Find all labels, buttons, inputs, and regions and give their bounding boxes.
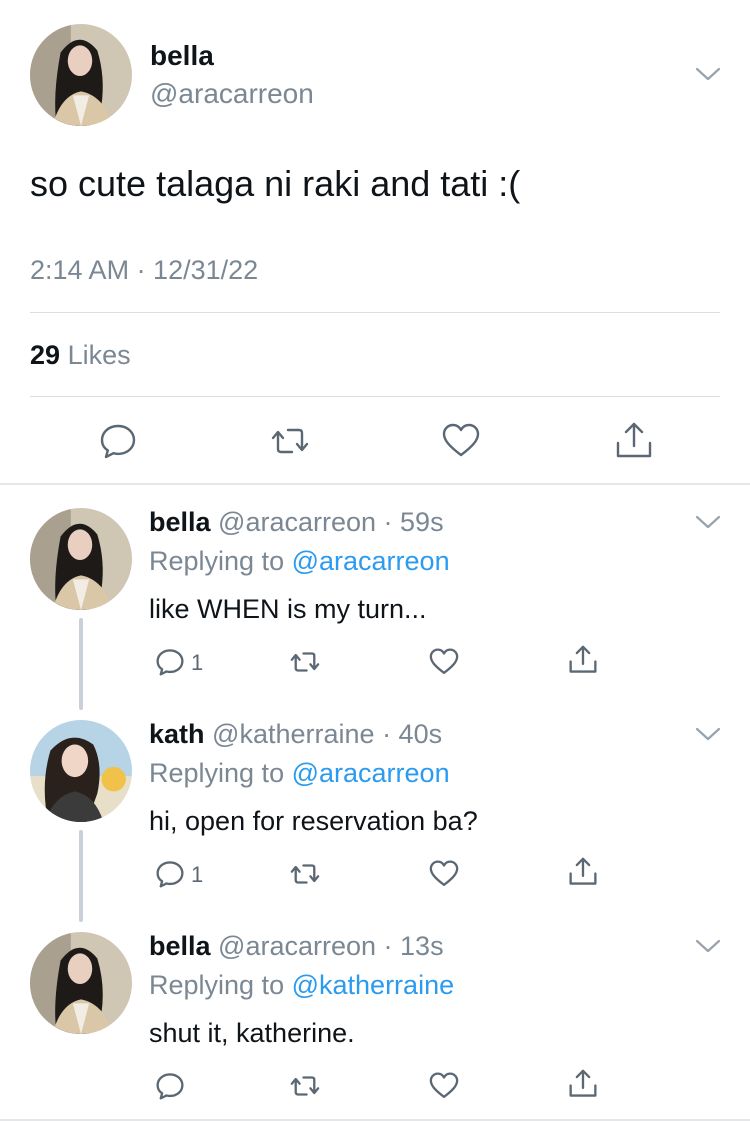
- reply-time: · 59s: [383, 507, 444, 537]
- reply-author-name[interactable]: kath: [149, 719, 205, 749]
- likes-summary[interactable]: 29 Likes: [30, 340, 131, 371]
- share-icon[interactable]: [566, 855, 600, 889]
- replying-to: Replying to @katherraine: [149, 970, 454, 1001]
- retweet-icon[interactable]: [288, 1069, 322, 1103]
- retweet-icon[interactable]: [288, 857, 322, 891]
- chevron-down-icon[interactable]: [693, 936, 723, 956]
- reply-time: · 40s: [382, 719, 443, 749]
- like-icon[interactable]: [427, 857, 461, 891]
- replying-to-link[interactable]: @aracarreon: [292, 758, 450, 788]
- thread-line: [79, 618, 83, 710]
- reply-author-handle[interactable]: @aracarreon: [218, 931, 376, 961]
- reply-author-handle[interactable]: @aracarreon: [218, 507, 376, 537]
- profile-photo-icon: [30, 24, 132, 126]
- retweet-icon[interactable]: [288, 645, 322, 679]
- reply-text: like WHEN is my turn...: [149, 594, 427, 624]
- author-avatar[interactable]: [30, 24, 132, 126]
- reply-icon[interactable]: [96, 419, 140, 463]
- author-handle[interactable]: @aracarreon: [150, 78, 314, 110]
- tweet-text: so cute talaga ni raki and tati :(: [30, 163, 521, 204]
- reply-header: kath @katherraine · 40s: [149, 719, 442, 750]
- thread-line: [79, 830, 83, 922]
- divider: [30, 312, 720, 313]
- reply-header: bella @aracarreon · 59s: [149, 507, 444, 538]
- likes-label: Likes: [67, 340, 131, 370]
- author-name[interactable]: bella: [150, 40, 214, 72]
- reply-text: shut it, katherine.: [149, 1018, 355, 1048]
- reply-icon[interactable]: [153, 1069, 187, 1103]
- reply-icon[interactable]: [153, 857, 187, 891]
- profile-photo-icon: [30, 720, 132, 822]
- replying-to-link[interactable]: @aracarreon: [292, 546, 450, 576]
- likes-count: 29: [30, 340, 61, 370]
- retweet-icon[interactable]: [268, 419, 312, 463]
- reply-time: · 13s: [383, 931, 444, 961]
- reply-text: hi, open for reservation ba?: [149, 806, 478, 836]
- replying-to: Replying to @aracarreon: [149, 546, 450, 577]
- reply-count: 1: [191, 862, 204, 887]
- share-icon[interactable]: [612, 419, 656, 463]
- divider: [30, 396, 720, 397]
- reply-author-name[interactable]: bella: [149, 507, 211, 537]
- profile-photo-icon: [30, 508, 132, 610]
- replying-to-label: Replying to: [149, 758, 285, 788]
- replying-to: Replying to @aracarreon: [149, 758, 450, 789]
- like-icon[interactable]: [427, 645, 461, 679]
- chevron-down-icon[interactable]: [693, 724, 723, 744]
- chevron-down-icon[interactable]: [693, 64, 723, 84]
- section-divider: [0, 483, 750, 485]
- reply-avatar[interactable]: [30, 932, 132, 1034]
- replying-to-link[interactable]: @katherraine: [292, 970, 455, 1000]
- share-icon[interactable]: [566, 1067, 600, 1101]
- tweet-timestamp: 2:14 AM · 12/31/22: [30, 255, 259, 285]
- chevron-down-icon[interactable]: [693, 512, 723, 532]
- reply-icon[interactable]: [153, 645, 187, 679]
- replying-to-label: Replying to: [149, 546, 285, 576]
- profile-photo-icon: [30, 932, 132, 1034]
- replying-to-label: Replying to: [149, 970, 285, 1000]
- like-icon[interactable]: [427, 1069, 461, 1103]
- reply-author-handle[interactable]: @katherraine: [212, 719, 375, 749]
- share-icon[interactable]: [566, 643, 600, 677]
- like-icon[interactable]: [439, 419, 483, 463]
- reply-avatar[interactable]: [30, 720, 132, 822]
- reply-avatar[interactable]: [30, 508, 132, 610]
- reply-count: 1: [191, 650, 204, 675]
- reply-author-name[interactable]: bella: [149, 931, 211, 961]
- reply-header: bella @aracarreon · 13s: [149, 931, 444, 962]
